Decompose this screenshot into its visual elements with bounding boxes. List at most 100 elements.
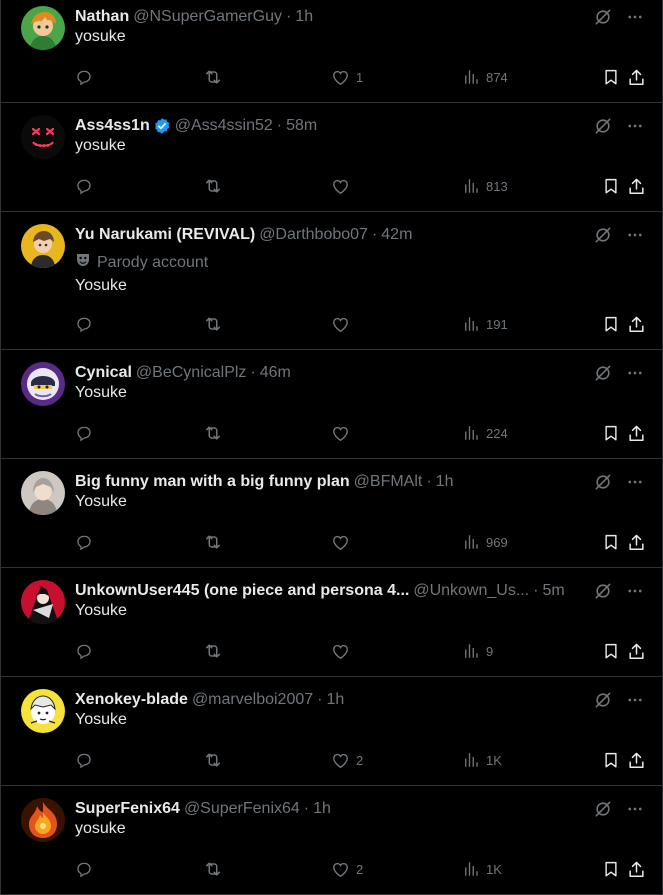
like-button[interactable]: 2 bbox=[331, 749, 363, 771]
bookmark-button[interactable] bbox=[602, 640, 620, 662]
handle[interactable]: @BeCynicalPlz bbox=[136, 364, 247, 382]
handle[interactable]: @Ass4ssin52 bbox=[175, 117, 273, 135]
grok-icon[interactable] bbox=[592, 798, 614, 820]
grok-icon[interactable] bbox=[592, 362, 614, 384]
bookmark-button[interactable] bbox=[602, 531, 620, 553]
handle[interactable]: @Darthbobo07 bbox=[259, 226, 368, 244]
repost-button[interactable] bbox=[203, 531, 223, 553]
avatar[interactable] bbox=[21, 115, 65, 159]
timestamp[interactable]: 5m bbox=[543, 582, 565, 600]
post-4[interactable]: Cynical @BeCynicalPlz · 46m Yosuke 224 bbox=[1, 350, 662, 459]
like-button[interactable] bbox=[331, 313, 350, 335]
post-8[interactable]: SuperFenix64 @SuperFenix64 · 1h yosuke 2… bbox=[1, 786, 662, 895]
more-options-icon[interactable] bbox=[624, 580, 646, 602]
repost-button[interactable] bbox=[203, 66, 223, 88]
bookmark-button[interactable] bbox=[602, 313, 620, 335]
grok-icon[interactable] bbox=[592, 580, 614, 602]
handle[interactable]: @marvelboi2007 bbox=[192, 691, 313, 709]
like-button[interactable]: 1 bbox=[331, 66, 363, 88]
timestamp[interactable]: 1h bbox=[295, 8, 313, 26]
avatar[interactable] bbox=[21, 362, 65, 406]
more-options-icon[interactable] bbox=[624, 689, 646, 711]
grok-icon[interactable] bbox=[592, 6, 614, 28]
grok-icon[interactable] bbox=[592, 471, 614, 493]
handle[interactable]: @SuperFenix64 bbox=[184, 800, 300, 818]
handle[interactable]: @Unkown_Us... bbox=[413, 582, 529, 600]
like-button[interactable] bbox=[331, 640, 350, 662]
display-name[interactable]: Xenokey-blade bbox=[75, 691, 188, 709]
repost-button[interactable] bbox=[203, 422, 223, 444]
timestamp[interactable]: 58m bbox=[286, 117, 317, 135]
reply-button[interactable] bbox=[75, 422, 93, 444]
grok-icon[interactable] bbox=[592, 689, 614, 711]
avatar[interactable] bbox=[21, 6, 65, 50]
bookmark-button[interactable] bbox=[602, 749, 620, 771]
handle[interactable]: @BFMAlt bbox=[354, 473, 423, 491]
display-name[interactable]: Nathan bbox=[75, 8, 129, 26]
post-3[interactable]: Yu Narukami (REVIVAL) @Darthbobo07 · 42m… bbox=[1, 212, 662, 350]
share-button[interactable] bbox=[627, 531, 646, 553]
views-button[interactable]: 1K bbox=[462, 749, 502, 771]
reply-button[interactable] bbox=[75, 66, 93, 88]
reply-button[interactable] bbox=[75, 749, 93, 771]
bookmark-button[interactable] bbox=[602, 858, 620, 880]
timestamp[interactable]: 1h bbox=[313, 800, 331, 818]
bookmark-button[interactable] bbox=[602, 66, 620, 88]
views-button[interactable]: 874 bbox=[462, 66, 508, 88]
grok-icon[interactable] bbox=[592, 224, 614, 246]
repost-button[interactable] bbox=[203, 749, 223, 771]
post-7[interactable]: Xenokey-blade @marvelboi2007 · 1h Yosuke… bbox=[1, 677, 662, 786]
share-button[interactable] bbox=[627, 313, 646, 335]
display-name[interactable]: Big funny man with a big funny plan bbox=[75, 473, 350, 491]
grok-icon[interactable] bbox=[592, 115, 614, 137]
avatar[interactable] bbox=[21, 224, 65, 268]
repost-button[interactable] bbox=[203, 640, 223, 662]
more-options-icon[interactable] bbox=[624, 115, 646, 137]
more-options-icon[interactable] bbox=[624, 471, 646, 493]
like-button[interactable] bbox=[331, 422, 350, 444]
share-button[interactable] bbox=[627, 175, 646, 197]
views-button[interactable]: 224 bbox=[462, 422, 508, 444]
avatar[interactable] bbox=[21, 798, 65, 842]
more-options-icon[interactable] bbox=[624, 224, 646, 246]
like-button[interactable]: 2 bbox=[331, 858, 363, 880]
repost-button[interactable] bbox=[203, 313, 223, 335]
display-name[interactable]: UnkownUser445 (one piece and persona 4..… bbox=[75, 582, 409, 600]
reply-button[interactable] bbox=[75, 640, 93, 662]
share-button[interactable] bbox=[627, 422, 646, 444]
post-6[interactable]: UnkownUser445 (one piece and persona 4..… bbox=[1, 568, 662, 677]
repost-button[interactable] bbox=[203, 858, 223, 880]
reply-button[interactable] bbox=[75, 175, 93, 197]
views-button[interactable]: 813 bbox=[462, 175, 508, 197]
reply-button[interactable] bbox=[75, 313, 93, 335]
avatar[interactable] bbox=[21, 689, 65, 733]
post-2[interactable]: Ass4ss1n @Ass4ssin52 · 58m yosuke 813 bbox=[1, 103, 662, 212]
like-button[interactable] bbox=[331, 531, 350, 553]
share-button[interactable] bbox=[627, 640, 646, 662]
timestamp[interactable]: 42m bbox=[381, 226, 412, 244]
more-options-icon[interactable] bbox=[624, 798, 646, 820]
views-button[interactable]: 1K bbox=[462, 858, 502, 880]
more-options-icon[interactable] bbox=[624, 362, 646, 384]
like-button[interactable] bbox=[331, 175, 350, 197]
repost-button[interactable] bbox=[203, 175, 223, 197]
reply-button[interactable] bbox=[75, 858, 93, 880]
handle[interactable]: @NSuperGamerGuy bbox=[133, 8, 282, 26]
timestamp[interactable]: 1h bbox=[326, 691, 344, 709]
views-button[interactable]: 969 bbox=[462, 531, 508, 553]
share-button[interactable] bbox=[627, 749, 646, 771]
timestamp[interactable]: 1h bbox=[436, 473, 454, 491]
post-1[interactable]: Nathan @NSuperGamerGuy · 1h yosuke 1 874 bbox=[1, 0, 662, 103]
views-button[interactable]: 9 bbox=[462, 640, 493, 662]
display-name[interactable]: Ass4ss1n bbox=[75, 117, 150, 135]
display-name[interactable]: Yu Narukami (REVIVAL) bbox=[75, 226, 255, 244]
post-5[interactable]: Big funny man with a big funny plan @BFM… bbox=[1, 459, 662, 568]
timestamp[interactable]: 46m bbox=[260, 364, 291, 382]
share-button[interactable] bbox=[627, 66, 646, 88]
share-button[interactable] bbox=[627, 858, 646, 880]
display-name[interactable]: SuperFenix64 bbox=[75, 800, 180, 818]
bookmark-button[interactable] bbox=[602, 422, 620, 444]
bookmark-button[interactable] bbox=[602, 175, 620, 197]
reply-button[interactable] bbox=[75, 531, 93, 553]
avatar[interactable] bbox=[21, 580, 65, 624]
